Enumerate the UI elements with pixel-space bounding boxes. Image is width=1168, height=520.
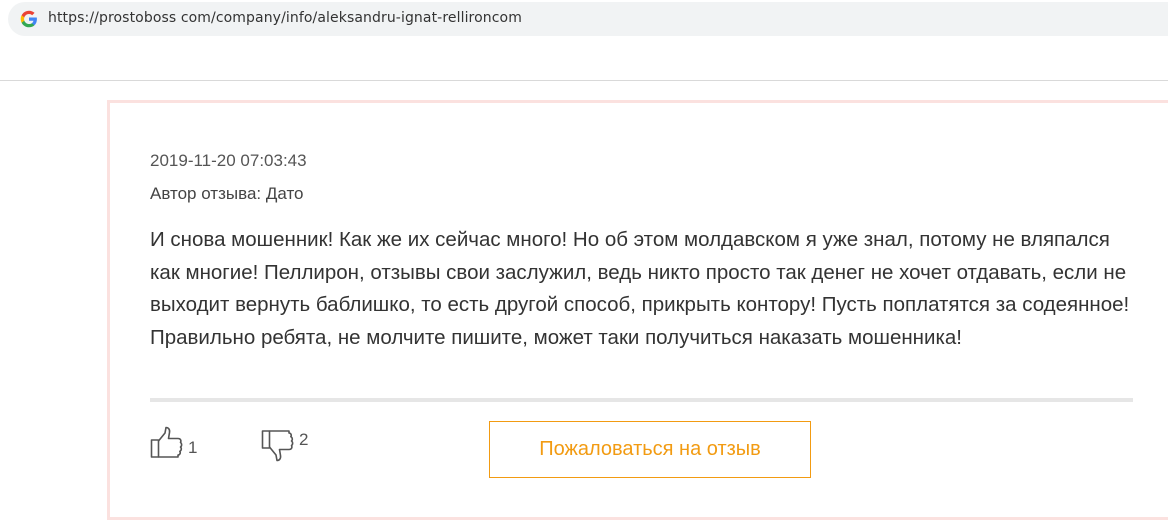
address-bar[interactable]: https://prostoboss com/company/info/alek… — [8, 2, 1168, 36]
like-button[interactable]: 1 — [150, 426, 197, 462]
dislike-button[interactable]: 2 — [261, 426, 308, 462]
review-separator — [150, 398, 1133, 402]
url-text[interactable]: https://prostoboss com/company/info/alek… — [48, 10, 522, 26]
thumbs-up-icon — [150, 426, 183, 458]
review-text: И снова мошенник! Как же их сейчас много… — [150, 228, 1130, 349]
review-author: Автор отзыва: Дато — [150, 184, 304, 203]
thumbs-down-icon — [261, 430, 294, 462]
like-count: 1 — [188, 438, 198, 457]
toolbar-divider — [0, 80, 1168, 81]
report-review-button[interactable]: Пожаловаться на отзыв — [489, 421, 811, 478]
google-g-icon — [20, 10, 37, 28]
dislike-count: 2 — [299, 430, 309, 449]
review-date: 2019-11-20 07:03:43 — [150, 151, 307, 170]
